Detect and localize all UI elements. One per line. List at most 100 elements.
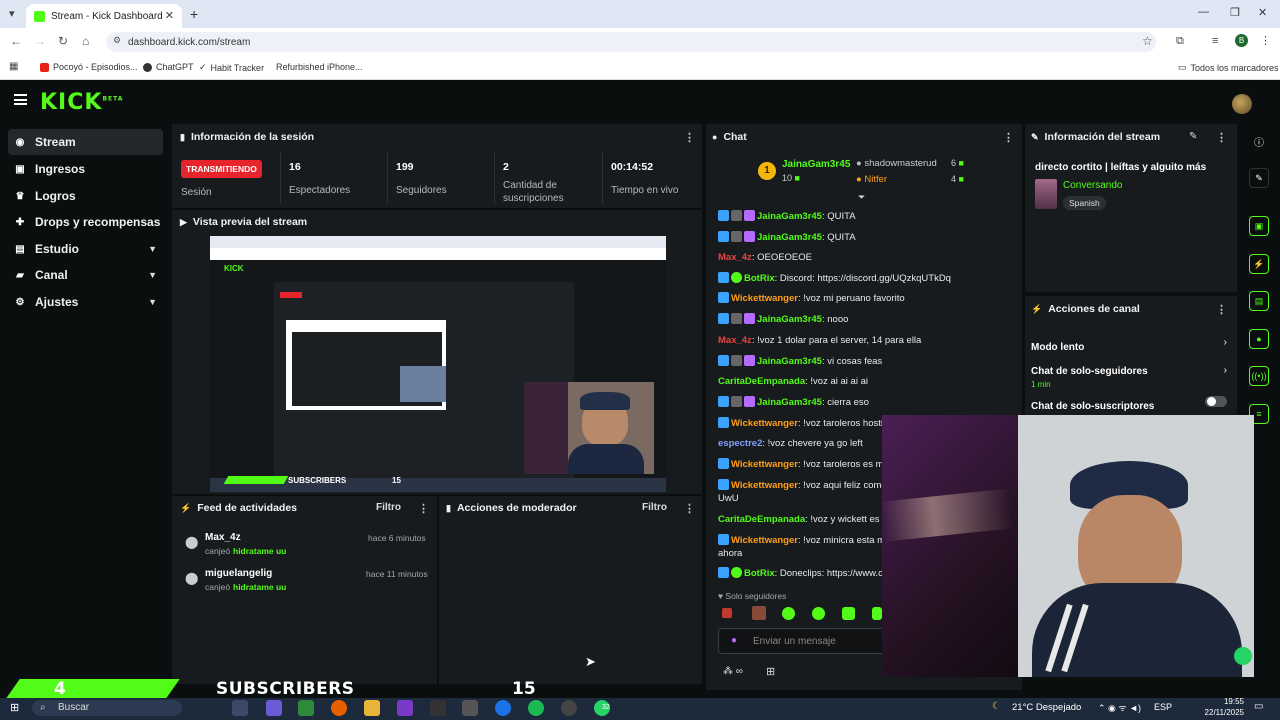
hamburger-menu-icon[interactable]: [14, 94, 27, 105]
taskbar-search[interactable]: ⌕ Buscar: [32, 700, 182, 716]
copilot-icon[interactable]: [266, 700, 282, 716]
microphone-icon[interactable]: ●: [731, 635, 737, 646]
extensions-icon[interactable]: ⧉: [1176, 35, 1184, 48]
bookmark-habit-tracker[interactable]: ✓ Habit Tracker: [199, 62, 264, 73]
feed-menu-icon[interactable]: ⋮: [418, 502, 429, 515]
chat-username[interactable]: Wickettwanger: [731, 480, 798, 491]
minimize-icon[interactable]: —: [1198, 6, 1209, 18]
app-icon[interactable]: [430, 700, 446, 716]
chat-input[interactable]: ● Enviar un mensaje: [718, 628, 884, 654]
reload-icon[interactable]: ↻: [58, 34, 68, 48]
clock-time[interactable]: 19:55: [1210, 697, 1244, 706]
lightning-icon[interactable]: ⚡: [1249, 254, 1269, 274]
edit-stream-info-icon[interactable]: ✎: [1189, 131, 1197, 142]
session-menu-icon[interactable]: ⋮: [684, 131, 695, 144]
notifications-icon[interactable]: ▭: [1254, 701, 1263, 712]
spotify-icon[interactable]: [528, 700, 544, 716]
emote-icon[interactable]: [842, 607, 855, 620]
bookmark-pocoyo[interactable]: Pocoyó - Episodios...: [40, 62, 138, 72]
chat-username[interactable]: espectre2: [718, 438, 762, 449]
home-icon[interactable]: ⌂: [82, 34, 89, 48]
chat-username[interactable]: Max_4z: [718, 252, 752, 263]
tray-icons[interactable]: ⌃ ◉ ᯤ ◄): [1098, 701, 1141, 714]
chrome-icon[interactable]: [495, 700, 511, 716]
toggle-switch[interactable]: [1205, 396, 1227, 407]
bookmark-star-icon[interactable]: ☆: [1142, 34, 1153, 48]
chat-username[interactable]: Wickettwanger: [731, 459, 798, 470]
emote-icon[interactable]: [782, 607, 795, 620]
maximize-icon[interactable]: ❐: [1230, 6, 1240, 19]
firefox-icon[interactable]: [331, 700, 347, 716]
browser-menu-icon[interactable]: ⋮: [1260, 34, 1271, 47]
whatsapp-icon[interactable]: 32: [594, 700, 610, 716]
top-gifter-third[interactable]: ● Nitfer: [856, 174, 887, 185]
app-icon[interactable]: [298, 700, 314, 716]
profile-avatar[interactable]: B: [1235, 34, 1248, 47]
channel-actions-menu-icon[interactable]: ⋮: [1216, 303, 1227, 316]
address-bar[interactable]: ⚙ dashboard.kick.com/stream: [106, 32, 1156, 52]
chat-username[interactable]: BotRix: [744, 568, 775, 579]
windows-start-icon[interactable]: ⊞: [10, 701, 19, 714]
sidebar-item-ajustes[interactable]: ⚙ Ajustes ▼: [8, 289, 163, 315]
chat-username[interactable]: Max_4z: [718, 335, 752, 346]
chat-username[interactable]: JainaGam3r45: [757, 211, 822, 222]
mod-menu-icon[interactable]: ⋮: [684, 502, 695, 515]
chat-username[interactable]: JainaGam3r45: [757, 314, 822, 325]
weather-text[interactable]: 21°C Despejado: [1012, 702, 1081, 713]
action-subscribers-only[interactable]: Chat de solo-suscriptores: [1031, 396, 1227, 412]
chat-username[interactable]: JainaGam3r45: [757, 356, 822, 367]
close-tab-icon[interactable]: ✕: [165, 9, 174, 22]
collapse-icon[interactable]: ⏷: [858, 192, 865, 203]
media-control-icon[interactable]: ≡: [1212, 35, 1218, 47]
task-view-icon[interactable]: [232, 700, 248, 716]
new-tab-button[interactable]: +: [190, 6, 198, 22]
sidebar-item-stream[interactable]: ◉ Stream: [8, 129, 163, 155]
action-slow-mode[interactable]: Modo lento ›: [1031, 337, 1227, 353]
feed-user[interactable]: Max_4z: [205, 532, 241, 543]
emote-icon[interactable]: [812, 607, 825, 620]
tab-menu-icon[interactable]: ▾: [9, 7, 15, 20]
sidebar-item-ingresos[interactable]: ▣ Ingresos: [8, 156, 163, 182]
file-explorer-icon[interactable]: [364, 700, 380, 716]
all-bookmarks[interactable]: ▭ Todos los marcadores: [1178, 62, 1279, 73]
emote-icon[interactable]: [752, 606, 766, 620]
obs-icon[interactable]: [561, 700, 577, 716]
chat-username[interactable]: Wickettwanger: [731, 293, 798, 304]
kick-logo[interactable]: KICKBETA: [40, 90, 123, 115]
close-window-icon[interactable]: ✕: [1258, 6, 1267, 19]
info-icon[interactable]: ⓘ: [1254, 134, 1264, 149]
forward-icon[interactable]: →: [34, 34, 46, 48]
clock-date[interactable]: 22/11/2025: [1198, 708, 1244, 717]
chat-username[interactable]: CaritaDeEmpanada: [718, 514, 805, 525]
top-gifter-second[interactable]: ● shadowmasterud: [856, 158, 937, 169]
chat-username[interactable]: BotRix: [744, 273, 775, 284]
chat-username[interactable]: CaritaDeEmpanada: [718, 376, 805, 387]
sidebar-item-logros[interactable]: ♛ Logros: [8, 183, 163, 209]
browser-tab[interactable]: Stream - Kick Dashboard ✕: [26, 4, 182, 28]
feed-user[interactable]: miguelangelig: [205, 568, 272, 579]
mod-filter-button[interactable]: Filtro: [642, 502, 667, 513]
clip-icon[interactable]: ▣: [1249, 216, 1269, 236]
bookmark-chatgpt[interactable]: ChatGPT: [143, 62, 194, 72]
document-icon[interactable]: ▤: [1249, 291, 1269, 311]
feed-filter-button[interactable]: Filtro: [376, 502, 401, 513]
chat-username[interactable]: Wickettwanger: [731, 418, 798, 429]
stream-info-menu-icon[interactable]: ⋮: [1216, 131, 1227, 144]
top-gifter-name[interactable]: JainaGam3r45: [782, 159, 850, 170]
comment-icon[interactable]: ●: [1249, 329, 1269, 349]
bookmark-refurbished[interactable]: Refurbished iPhone...: [272, 62, 363, 72]
site-info-icon[interactable]: ⚙: [113, 35, 121, 46]
action-followers-only[interactable]: Chat de solo-seguidores 1 min ›: [1031, 361, 1227, 389]
stream-preview-video[interactable]: KICK SUBSCRIBERS 15: [210, 236, 666, 492]
apps-grid-icon[interactable]: ▦: [9, 61, 18, 72]
app-icon[interactable]: [397, 700, 413, 716]
user-avatar[interactable]: [1232, 94, 1252, 114]
broadcast-icon[interactable]: ((•)): [1249, 366, 1269, 386]
category-thumbnail[interactable]: [1035, 179, 1057, 209]
sidebar-item-drops[interactable]: ✚ Drops y recompensas: [8, 209, 163, 235]
chat-username[interactable]: JainaGam3r45: [757, 397, 822, 408]
emote-icon[interactable]: [872, 607, 882, 620]
edit-icon[interactable]: ✎: [1249, 168, 1269, 188]
chat-menu-icon[interactable]: ⋮: [1003, 131, 1014, 144]
mail-icon[interactable]: [462, 700, 478, 716]
